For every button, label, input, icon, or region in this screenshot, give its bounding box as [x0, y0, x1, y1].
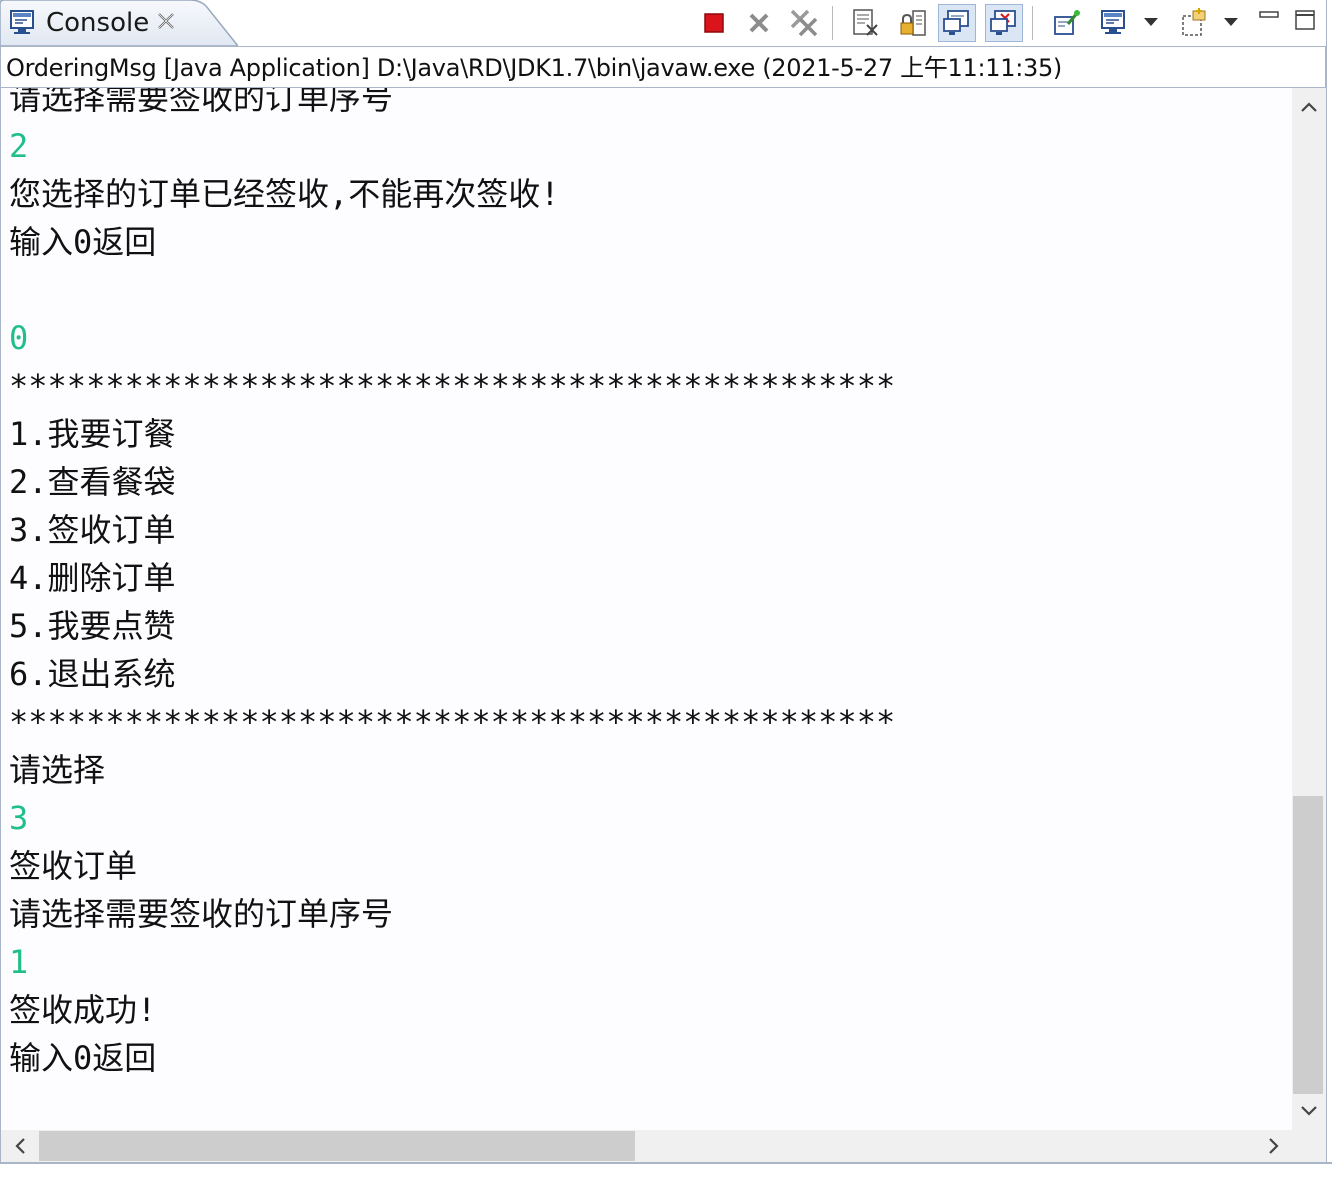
stop-icon — [704, 13, 724, 33]
vertical-scrollbar[interactable] — [1292, 88, 1326, 1130]
console-input-line: 3 — [9, 799, 29, 837]
console-output-line: 4.删除订单 — [9, 559, 176, 597]
show-stdout-icon — [943, 10, 969, 35]
console-tab[interactable]: Console — [0, 0, 238, 46]
scroll-lock-button[interactable] — [894, 4, 932, 42]
process-description: OrderingMsg [Java Application] D:\Java\R… — [0, 46, 1326, 88]
clear-console-icon — [853, 9, 878, 36]
remove-all-icon — [790, 9, 818, 37]
process-label: OrderingMsg [Java Application] D:\Java\R… — [6, 54, 1062, 82]
console-output-line: 您选择的订单已经签收,不能再次签收! — [9, 175, 560, 213]
terminate-button[interactable] — [695, 4, 733, 42]
console-output-line: ****************************************… — [9, 703, 896, 741]
remove-icon — [749, 13, 769, 33]
scroll-up-icon[interactable] — [1298, 96, 1320, 118]
console-output-line: 签收订单 — [9, 847, 138, 885]
vertical-scroll-thumb[interactable] — [1293, 796, 1323, 1094]
scrollbar-corner — [1292, 1130, 1326, 1162]
remove-launch-button[interactable] — [740, 4, 778, 42]
horizontal-scroll-thumb[interactable] — [39, 1131, 635, 1161]
console-output-line: 请选择需要签收的订单序号 — [9, 88, 394, 117]
console-output-line: 输入0返回 — [9, 1039, 157, 1077]
console-output-line: 签收成功! — [9, 991, 157, 1029]
console-input-line: 1 — [9, 943, 29, 981]
console-output-line: ****************************************… — [9, 367, 896, 405]
console-output-line: 5.我要点赞 — [9, 607, 176, 645]
console-output-line: 请选择需要签收的订单序号 — [9, 895, 394, 933]
maximize-icon[interactable] — [1292, 6, 1320, 34]
show-on-stdout-button[interactable] — [938, 4, 976, 42]
minimize-icon[interactable] — [1256, 6, 1284, 34]
show-stderr-icon — [990, 10, 1016, 35]
remove-all-terminated-button[interactable] — [785, 4, 823, 42]
console-output-line: 输入0返回 — [9, 223, 157, 261]
console-output-line: 2.查看餐袋 — [9, 463, 176, 501]
console-output-line: 3.签收订单 — [9, 511, 176, 549]
view-border — [1326, 0, 1332, 1182]
chevron-down-icon[interactable] — [1143, 16, 1159, 28]
console-output-line: 请选择 — [9, 751, 106, 789]
status-bar — [0, 1162, 1332, 1184]
chevron-down-icon[interactable] — [1223, 16, 1239, 28]
pin-icon — [1054, 10, 1080, 35]
scroll-down-icon[interactable] — [1298, 1100, 1320, 1122]
console-view-toolbar: Console — [0, 0, 1332, 46]
scroll-right-icon[interactable] — [1263, 1135, 1285, 1157]
toolbar-separator — [832, 6, 833, 40]
toolbar-separator — [1032, 6, 1033, 40]
console-output-line: 6.退出系统 — [9, 655, 176, 693]
console-input-line: 2 — [9, 127, 29, 165]
scroll-left-icon[interactable] — [9, 1135, 31, 1157]
console-input-line: 0 — [9, 319, 29, 357]
open-console-button[interactable] — [1175, 4, 1213, 42]
pin-console-button[interactable] — [1048, 4, 1086, 42]
horizontal-scrollbar[interactable] — [0, 1130, 1293, 1162]
scroll-lock-icon — [900, 10, 926, 36]
tab-title: Console — [46, 8, 150, 38]
close-icon[interactable] — [155, 10, 177, 32]
console-icon — [10, 10, 34, 34]
open-console-icon — [1182, 8, 1206, 36]
display-console-button[interactable] — [1095, 4, 1133, 42]
show-on-stderr-button[interactable] — [985, 4, 1023, 42]
console-output-line: 1.我要订餐 — [9, 415, 176, 453]
console-output[interactable]: 请选择需要签收的订单序号 2 您选择的订单已经签收,不能再次签收! 输入0返回 0 ***… — [0, 88, 1293, 1130]
display-console-icon — [1101, 10, 1125, 34]
clear-console-button[interactable] — [847, 4, 885, 42]
